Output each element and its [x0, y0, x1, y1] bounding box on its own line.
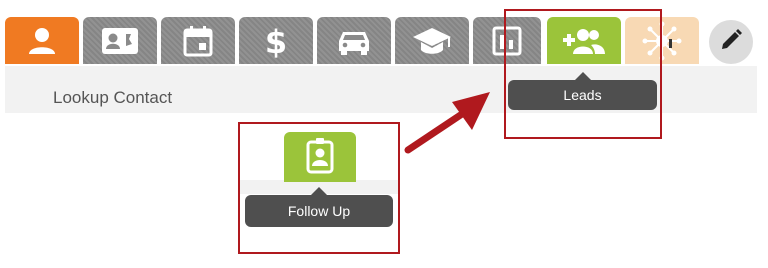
svg-text:$: $ [265, 23, 287, 59]
follow-up-highlight-box [238, 122, 400, 254]
graduation-cap-icon [411, 25, 453, 57]
annotation-arrow [404, 92, 490, 154]
lookup-contact-link[interactable]: Lookup Contact [53, 88, 172, 108]
tab-education[interactable] [395, 17, 469, 64]
dollar-icon: $ [264, 23, 288, 59]
car-icon [334, 26, 374, 56]
person-icon [25, 24, 59, 58]
tab-calendar[interactable] [161, 17, 235, 64]
calendar-icon [182, 24, 214, 58]
contact-card-icon [100, 25, 140, 57]
pencil-icon [719, 28, 743, 57]
tab-vehicles[interactable] [317, 17, 391, 64]
tab-contacts[interactable] [5, 17, 79, 64]
edit-button[interactable] [709, 20, 753, 64]
leads-highlight-box [504, 9, 662, 139]
tab-finance[interactable]: $ [239, 17, 313, 64]
tab-contact-card[interactable] [83, 17, 157, 64]
